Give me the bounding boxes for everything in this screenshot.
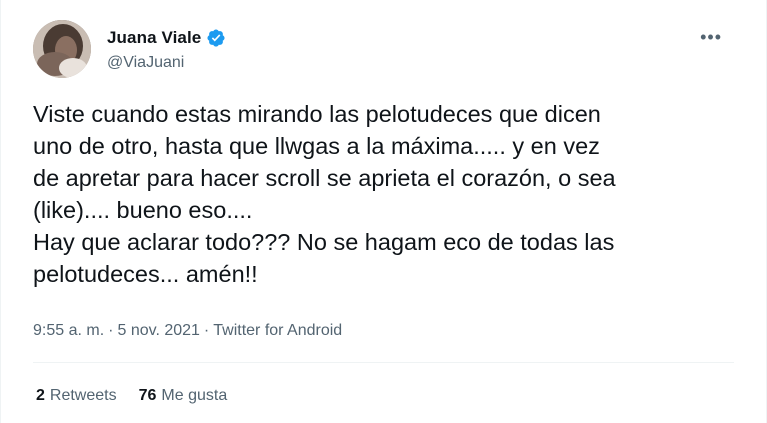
meta-separator: · bbox=[203, 322, 210, 339]
tweet-card: Juana Viale @ViaJuani ••• Viste cuando e… bbox=[0, 0, 767, 423]
divider bbox=[33, 362, 734, 363]
tweet-source[interactable]: Twitter for Android bbox=[213, 322, 342, 340]
retweets-stat[interactable]: 2 Retweets bbox=[36, 387, 117, 405]
verified-badge-icon bbox=[206, 28, 226, 48]
retweets-label: Retweets bbox=[49, 387, 117, 404]
avatar[interactable] bbox=[33, 20, 91, 78]
meta-separator: · bbox=[108, 322, 114, 339]
likes-stat[interactable]: 76 Me gusta bbox=[139, 387, 228, 405]
tweet-date[interactable]: 5 nov. 2021 bbox=[117, 322, 199, 340]
retweets-count: 2 bbox=[36, 387, 45, 404]
more-options-icon[interactable]: ••• bbox=[700, 28, 722, 46]
author-handle[interactable]: @ViaJuani bbox=[107, 54, 184, 72]
likes-count: 76 bbox=[138, 387, 157, 404]
tweet-time[interactable]: 9:55 a. m. bbox=[33, 322, 104, 340]
avatar-image bbox=[33, 20, 91, 78]
tweet-stats: 2 Retweets 76 Me gusta bbox=[36, 387, 227, 405]
tweet-meta: 9:55 a. m. · 5 nov. 2021 · Twitter for A… bbox=[33, 322, 342, 340]
author-name[interactable]: Juana Viale bbox=[107, 28, 201, 48]
likes-label: Me gusta bbox=[161, 387, 228, 404]
tweet-text: Viste cuando estas mirando las pelotudec… bbox=[33, 101, 616, 287]
author-name-row: Juana Viale bbox=[107, 28, 226, 48]
